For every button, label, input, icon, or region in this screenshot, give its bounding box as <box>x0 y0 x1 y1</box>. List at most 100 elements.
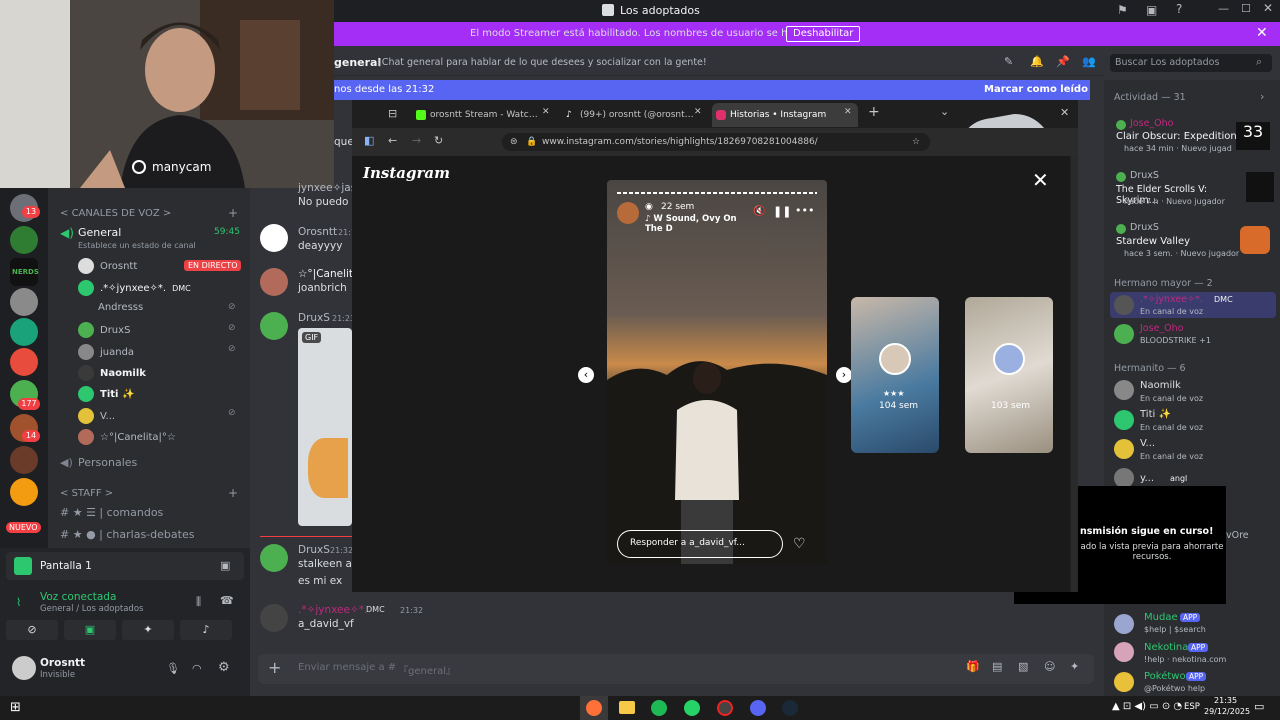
discord-icon[interactable] <box>750 700 766 716</box>
mute-icon[interactable]: 🔇 <box>753 206 765 217</box>
address-bar[interactable]: ⊜ 🔒 www.instagram.com/stories/highlights… <box>502 133 930 151</box>
sticker-icon[interactable]: ▧ <box>1018 660 1028 673</box>
chevron-right-icon[interactable]: › <box>1260 90 1264 103</box>
new-messages-bar[interactable]: nos desde las 21:32 Marcar como leído <box>334 80 1090 100</box>
site-info-icon[interactable]: ⊜ <box>510 133 518 151</box>
clock-date[interactable]: 29/12/2025 <box>1204 707 1250 716</box>
avatar[interactable] <box>12 656 36 680</box>
close-tab-icon[interactable]: ✕ <box>844 107 852 117</box>
disconnect-icon[interactable]: ☎ <box>220 594 234 607</box>
stream-preview-panel[interactable]: Pantalla 1 ▣ <box>6 552 244 580</box>
avatar[interactable] <box>260 544 288 572</box>
add-channel-icon[interactable]: + <box>228 486 238 500</box>
voice-user[interactable]: DruxS <box>78 322 130 338</box>
message-author[interactable]: .*✧jynxee✧*. <box>298 604 367 616</box>
voice-user[interactable]: ☆°|Canelita|°☆ <box>78 429 176 445</box>
more-options-icon[interactable]: ••• <box>795 204 814 217</box>
staff-category[interactable]: < STAFF > <box>60 488 113 499</box>
reply-input[interactable]: Responder a a_david_vf... <box>617 530 783 558</box>
channel-status-hint[interactable]: Establece un estado de canal <box>78 241 196 250</box>
gif-embed[interactable]: GIF <box>298 328 352 526</box>
message-author[interactable]: ☆°|Canelita <box>298 268 359 280</box>
server-icon-6[interactable] <box>10 348 38 376</box>
gif-icon[interactable]: ▤ <box>992 660 1002 673</box>
forward-icon[interactable]: → <box>412 134 421 147</box>
spotify-icon[interactable] <box>651 700 667 716</box>
reload-icon[interactable]: ↻ <box>434 134 443 147</box>
voice-category[interactable]: < CANALES DE VOZ > <box>60 208 171 219</box>
avatar[interactable] <box>260 604 288 632</box>
emoji-icon[interactable]: ☺ <box>1044 660 1055 673</box>
message-author[interactable]: Orosntt <box>298 226 337 238</box>
story-thumbnail[interactable]: ★★★ 104 sem <box>851 297 939 453</box>
member-name[interactable]: y... <box>1140 473 1154 484</box>
member-name[interactable]: Titi ✨ <box>1140 409 1171 420</box>
avatar[interactable] <box>1114 439 1134 459</box>
tab-instagram[interactable]: Historias • Instagram <box>712 103 858 127</box>
like-heart-icon[interactable]: ♡ <box>793 536 806 552</box>
message-composer[interactable]: + Enviar mensaje a # 『general』 🎁 ▤ ▧ ☺ ✦ <box>258 654 1094 684</box>
share-screen-button[interactable]: ▣ <box>64 620 116 640</box>
settings-gear-icon[interactable]: ⚙ <box>218 660 230 675</box>
activity-user[interactable]: DruxS <box>1130 170 1159 181</box>
maximize-icon[interactable]: ☐ <box>1241 2 1251 15</box>
close-tab-icon[interactable]: ✕ <box>542 107 550 117</box>
bot-name[interactable]: Mudae <box>1144 612 1178 623</box>
voice-user[interactable]: V... <box>78 408 115 424</box>
server-icon-4[interactable] <box>10 288 38 316</box>
composer-input[interactable]: Enviar mensaje a # <box>298 662 396 673</box>
member-name[interactable]: V... <box>1140 438 1155 449</box>
close-banner-icon[interactable]: ✕ <box>1256 25 1268 41</box>
text-channel[interactable]: # ★ ● | charlas-debates <box>60 528 194 541</box>
mark-read-button[interactable]: Marcar como leído <box>984 84 1088 95</box>
activity-user[interactable]: DruxS <box>1130 222 1159 233</box>
minimize-icon[interactable]: — <box>1218 2 1229 15</box>
activities-button[interactable]: ✦ <box>122 620 174 640</box>
general-voice-channel[interactable]: General <box>78 226 121 239</box>
headphones-icon[interactable]: ◠ <box>192 662 202 675</box>
avatar[interactable] <box>1114 672 1134 692</box>
avatar[interactable] <box>1114 380 1134 400</box>
server-icon-nerds[interactable]: NERDS <box>10 258 39 286</box>
avatar[interactable] <box>260 312 288 340</box>
avatar[interactable] <box>1114 468 1134 488</box>
disable-streamer-button[interactable]: Deshabilitar <box>786 26 861 42</box>
avatar[interactable] <box>260 268 288 296</box>
avatar[interactable] <box>1114 410 1134 430</box>
soundboard-button[interactable]: ♪ <box>180 620 232 640</box>
story-thumbnail[interactable]: 103 sem <box>965 297 1053 453</box>
channel-topic[interactable]: ¡Chat general para hablar de lo que dese… <box>378 57 707 68</box>
member-name[interactable]: Jose_Oho <box>1140 323 1183 334</box>
story-viewer[interactable]: ◉ 22 sem ♪ W Sound, Ovy On The D 🔇 ❚❚ ••… <box>607 180 827 564</box>
message-author[interactable]: DruxS <box>298 312 330 324</box>
server-icon-2[interactable] <box>10 226 38 254</box>
bot-name[interactable]: Nekotina <box>1144 642 1188 653</box>
member-list-icon[interactable]: 👥 <box>1082 55 1096 68</box>
voice-user[interactable]: Andresss <box>98 302 143 313</box>
next-story-icon[interactable]: › <box>836 367 852 383</box>
previous-story-icon[interactable]: ‹ <box>578 367 594 383</box>
activity-user[interactable]: Jose_Oho <box>1130 118 1173 129</box>
whatsapp-icon[interactable] <box>684 700 700 716</box>
tab-search-icon[interactable]: ⊟ <box>388 107 397 120</box>
story-song[interactable]: ♪ W Sound, Ovy On The D <box>645 214 745 234</box>
voice-connected-title[interactable]: Voz conectada <box>40 591 116 603</box>
clock-time[interactable]: 21:35 <box>1214 696 1237 705</box>
close-icon[interactable]: ✕ <box>1263 1 1273 15</box>
voice-user[interactable]: .*✧jynxee✧*. DMC <box>78 280 191 296</box>
language-indicator[interactable]: ESP <box>1184 702 1200 712</box>
obs-icon[interactable] <box>717 700 733 716</box>
avatar[interactable] <box>260 224 288 252</box>
avatar[interactable] <box>617 202 639 224</box>
instagram-logo[interactable]: Instagram <box>363 164 450 182</box>
tray-icons[interactable]: ▲ ⊡ ◀) ▭ ⊙ ◔ <box>1112 701 1182 712</box>
scrollbar[interactable] <box>1071 156 1078 592</box>
close-window-icon[interactable]: ✕ <box>1060 106 1069 119</box>
attach-plus-icon[interactable]: + <box>268 658 281 677</box>
new-tab-icon[interactable]: + <box>868 104 880 120</box>
member-name[interactable]: Naomilk <box>1140 380 1181 391</box>
voice-user[interactable]: juanda <box>78 344 134 360</box>
stream-icon[interactable]: ▣ <box>1146 3 1157 17</box>
bot-name[interactable]: Pokétwo <box>1144 671 1186 682</box>
steam-icon[interactable] <box>782 700 798 716</box>
